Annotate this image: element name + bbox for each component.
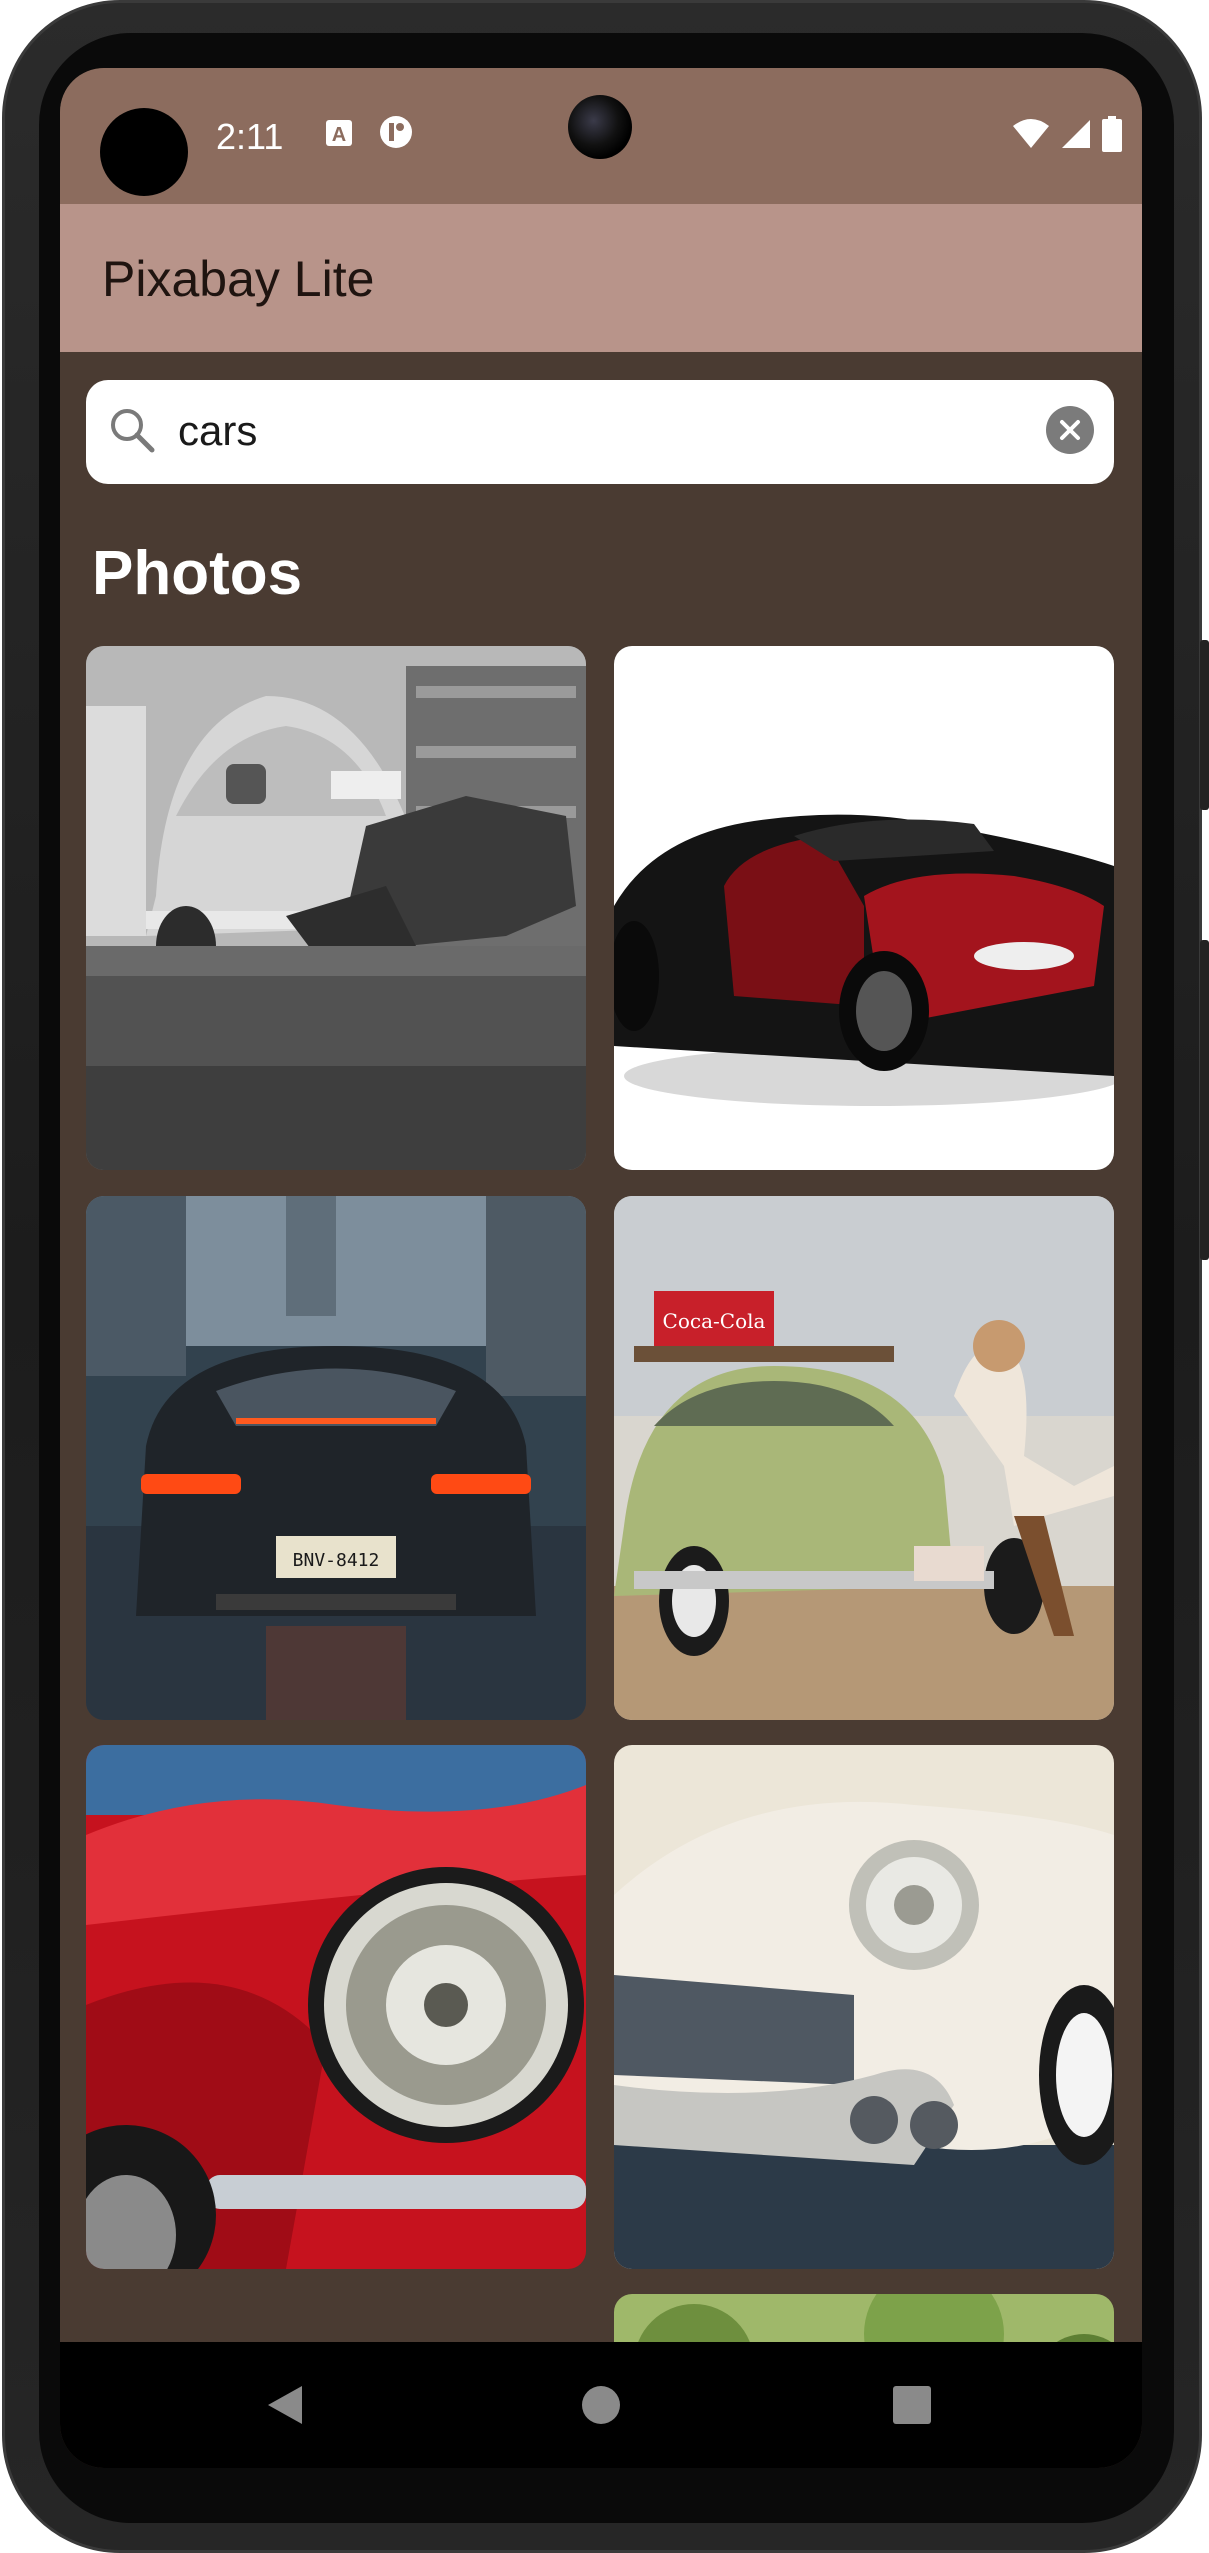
svg-text:BNV-8412: BNV-8412 (293, 1550, 380, 1571)
camera-lens-icon (568, 95, 632, 159)
photo-tile[interactable] (614, 1745, 1114, 2269)
text-notification-icon: A (326, 120, 352, 146)
signal-icon (1062, 120, 1090, 148)
photo-porsche-rear: BNV-8412 (86, 1196, 586, 1720)
status-time: 2:11 (216, 116, 284, 157)
status-indicators (1012, 116, 1122, 152)
photo-tile[interactable]: Coca-Cola (614, 1196, 1114, 1720)
photo-vintage-beetle-bw (86, 646, 586, 1170)
photo-tile[interactable] (614, 646, 1114, 1170)
svg-text:A: A (332, 124, 346, 146)
back-icon[interactable] (262, 2382, 308, 2428)
search-icon (111, 409, 155, 453)
battery-icon (1102, 116, 1122, 152)
recents-icon[interactable] (892, 2385, 932, 2425)
search-input[interactable] (176, 398, 996, 464)
power-button (1200, 640, 1209, 810)
device: 2:11 A Pixabay Lite cars Photos BNV-8412… (0, 0, 1209, 2553)
status-bar: 2:11 A (60, 68, 1142, 204)
home-icon[interactable] (580, 2384, 622, 2426)
search-bar[interactable] (86, 380, 1114, 484)
navigation-bar (60, 2342, 1142, 2468)
app-title: Pixabay Lite (102, 251, 375, 307)
photo-white-classic-car (614, 1745, 1114, 2269)
photo-tile[interactable] (86, 1745, 586, 2269)
photo-red-car-headlight (86, 1745, 586, 2269)
volume-button (1200, 940, 1209, 1260)
photo-tile[interactable] (86, 646, 586, 1170)
clear-search-icon[interactable] (1046, 406, 1094, 454)
app-notification-icon (380, 116, 412, 148)
front-camera-cutout (100, 108, 188, 196)
wifi-icon (1013, 119, 1049, 148)
svg-text:Coca-Cola: Coca-Cola (663, 1309, 766, 1333)
photo-tile[interactable]: BNV-8412 (86, 1196, 586, 1720)
app-bar: Pixabay Lite (60, 204, 1142, 352)
photo-green-beetle: Coca-Cola (614, 1196, 1114, 1720)
photo-red-black-supercar (614, 646, 1114, 1170)
screen: 2:11 A Pixabay Lite cars Photos BNV-8412… (60, 68, 1142, 2468)
section-title: Photos (92, 539, 303, 608)
